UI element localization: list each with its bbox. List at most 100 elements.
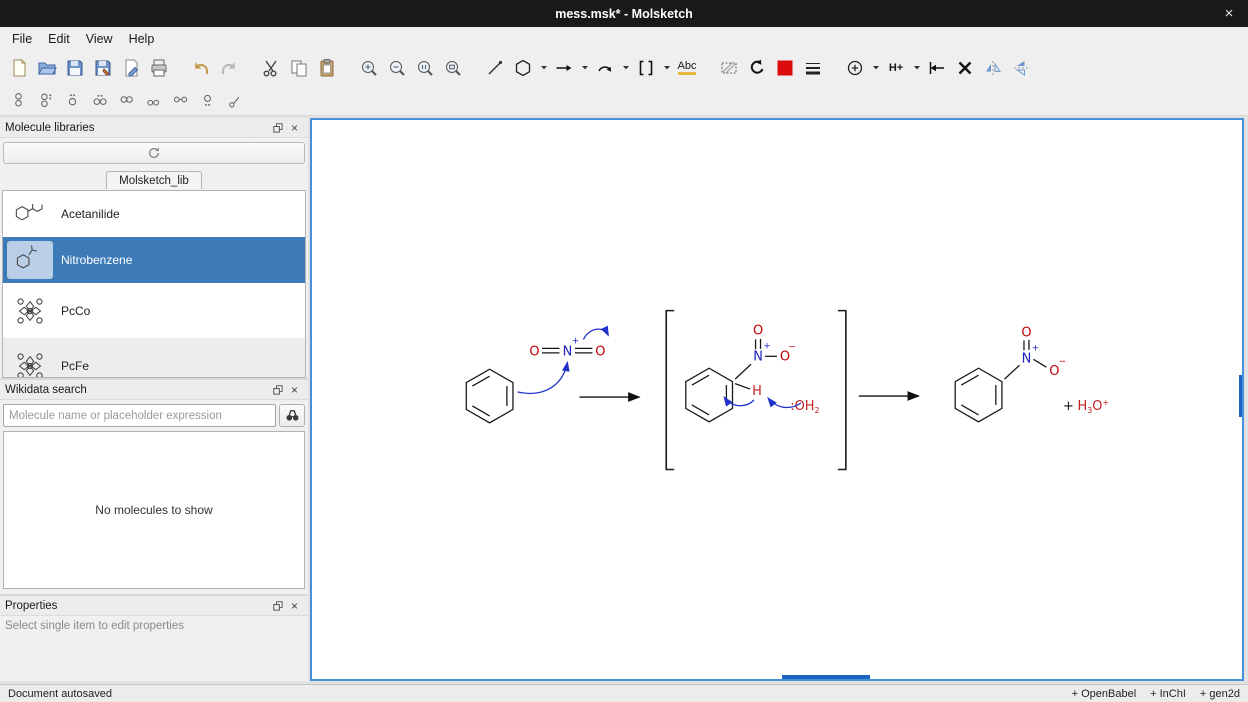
electron-pair-tool[interactable]	[113, 88, 140, 112]
canvas-horizontal-scrollbar[interactable]	[782, 675, 870, 679]
copy-button[interactable]	[285, 54, 313, 81]
menu-edit[interactable]: Edit	[40, 29, 78, 49]
canvas-vertical-scrollbar[interactable]	[1239, 375, 1242, 417]
draw-bond-tool[interactable]	[481, 54, 509, 81]
svg-text:−: −	[1059, 357, 1067, 367]
svg-text:+: +	[763, 341, 771, 351]
color-swatch-button[interactable]	[771, 54, 799, 81]
properties-close-button[interactable]: ×	[286, 598, 303, 613]
align-tool[interactable]	[923, 54, 951, 81]
radical-dots-tool[interactable]	[59, 88, 86, 112]
library-item-acetanilide[interactable]: Acetanilide	[3, 191, 305, 237]
zoom-original-button[interactable]	[411, 54, 439, 81]
zoom-in-button[interactable]	[355, 54, 383, 81]
chevron-down-icon	[540, 65, 548, 71]
wikidata-search-button[interactable]	[279, 404, 305, 427]
bracket-tool-dropdown[interactable]	[660, 54, 673, 81]
save-button[interactable]	[61, 54, 89, 81]
library-item-pcco[interactable]: PcCo	[3, 283, 305, 338]
text-tool[interactable]: Abc	[673, 54, 701, 81]
bracket-tool[interactable]	[632, 54, 660, 81]
line-width-button[interactable]	[799, 54, 827, 81]
lone-pair-dots-tool[interactable]	[32, 88, 59, 112]
rotate-tool[interactable]	[743, 54, 771, 81]
undo-button[interactable]	[187, 54, 215, 81]
molecule-structure-icon	[9, 196, 51, 232]
selection-tool[interactable]	[715, 54, 743, 81]
export-button[interactable]	[117, 54, 145, 81]
plus-sign: +	[1063, 399, 1074, 414]
bond-angle-tool[interactable]	[221, 88, 248, 112]
hatch-icon	[719, 58, 739, 78]
zoom-out-button[interactable]	[383, 54, 411, 81]
flip-horizontal-tool[interactable]	[979, 54, 1007, 81]
zoomfit-icon	[443, 58, 463, 78]
benzene-intermediate	[686, 368, 733, 422]
r2g-icon	[172, 91, 189, 108]
status-indicators: + OpenBabel + InChI + gen2d	[1072, 688, 1240, 700]
rarrow-icon	[554, 58, 574, 78]
libraries-close-button[interactable]: ×	[286, 120, 303, 135]
flip-vertical-tool[interactable]	[1007, 54, 1035, 81]
draw-icon	[485, 58, 505, 78]
molecule-thumbnail	[7, 347, 53, 379]
water-label: :OH2	[790, 399, 819, 415]
library-item-label: PcFe	[61, 359, 89, 373]
menu-file[interactable]: File	[4, 29, 40, 49]
paste-button[interactable]	[313, 54, 341, 81]
ring-tool-dropdown[interactable]	[537, 54, 550, 81]
print-button[interactable]	[145, 54, 173, 81]
wikidata-float-button[interactable]	[269, 382, 286, 397]
ring-icon	[513, 58, 533, 78]
benzene-product	[955, 368, 1002, 422]
delete-tool[interactable]	[951, 54, 979, 81]
menu-help[interactable]: Help	[121, 29, 163, 49]
title-bar: mess.msk* - Molsketch ×	[0, 0, 1248, 27]
molecule-structure-icon	[9, 293, 51, 329]
properties-float-button[interactable]	[269, 598, 286, 613]
electron-push-arrow	[583, 329, 608, 339]
hydrogen-tool-dropdown[interactable]	[910, 54, 923, 81]
charge-tool[interactable]	[841, 54, 869, 81]
molecule-structure-icon	[9, 242, 51, 278]
zoom-fit-button[interactable]	[439, 54, 467, 81]
menu-view[interactable]: View	[78, 29, 121, 49]
svg-text:H: H	[752, 384, 762, 399]
charge-tool-dropdown[interactable]	[869, 54, 882, 81]
drawing-canvas[interactable]: O N + O	[310, 118, 1244, 681]
float-panel-icon	[273, 123, 283, 133]
hydrogen-dots-tool[interactable]	[194, 88, 221, 112]
properties-header: Properties ×	[0, 596, 308, 616]
library-item-nitrobenzene[interactable]: Nitrobenzene	[3, 237, 305, 283]
open-file-button[interactable]	[33, 54, 61, 81]
mechanism-arrow-dropdown[interactable]	[619, 54, 632, 81]
new-document-button[interactable]	[5, 54, 33, 81]
cut-button[interactable]	[257, 54, 285, 81]
diatomic-tool[interactable]	[167, 88, 194, 112]
lone-pair-small-tool[interactable]	[140, 88, 167, 112]
toolbar-separator	[701, 67, 715, 68]
ring-tool[interactable]	[509, 54, 537, 81]
mechanism-arrow-tool[interactable]	[591, 54, 619, 81]
export-icon	[121, 58, 141, 78]
main-toolbar: Abc H+	[0, 51, 1248, 84]
tab-molsketch-lib[interactable]: Molsketch_lib	[106, 171, 202, 189]
library-item-pcfe[interactable]: PcFe	[3, 338, 305, 378]
wikidata-close-button[interactable]: ×	[286, 382, 303, 397]
panel-title: Wikidata search	[5, 384, 269, 396]
libraries-float-button[interactable]	[269, 120, 286, 135]
radical-pair-tool[interactable]	[86, 88, 113, 112]
save-as-button[interactable]	[89, 54, 117, 81]
r2d-icon	[91, 91, 108, 108]
molecule-search-input[interactable]	[3, 404, 276, 427]
lone-pair-vertical-tool[interactable]	[5, 88, 32, 112]
window-close-button[interactable]: ×	[1218, 0, 1240, 27]
reaction-arrow-dropdown[interactable]	[578, 54, 591, 81]
chevron-down-icon	[581, 65, 589, 71]
redo-button[interactable]	[215, 54, 243, 81]
reaction-arrow-tool[interactable]	[550, 54, 578, 81]
mechanism-attack-arrow	[518, 362, 568, 393]
r2c-icon	[64, 91, 81, 108]
refresh-libraries-button[interactable]	[3, 142, 305, 164]
hydrogen-tool[interactable]: H+	[882, 54, 910, 81]
